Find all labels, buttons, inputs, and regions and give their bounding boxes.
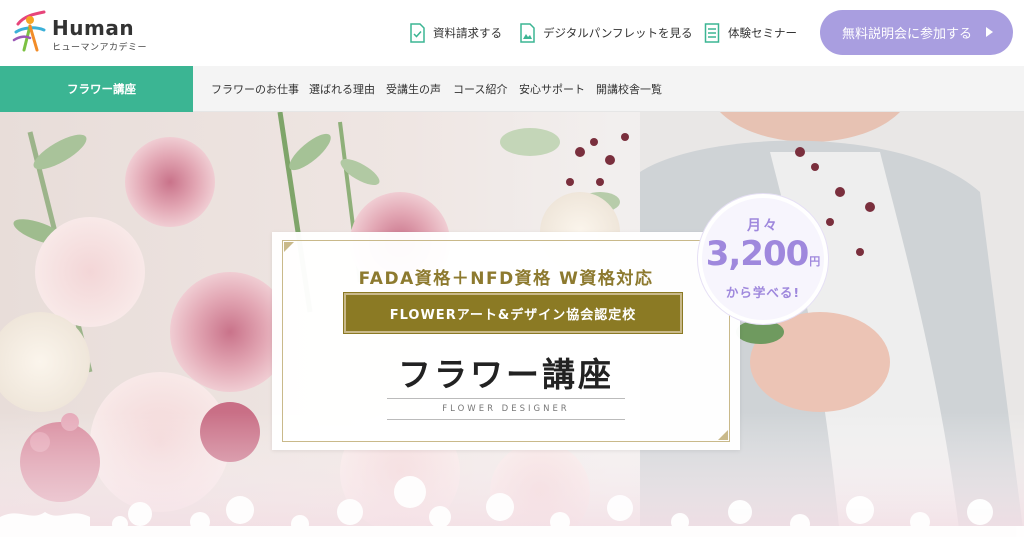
request-brochure-link[interactable]: 資料請求する <box>409 22 502 44</box>
nav-item-courses[interactable]: コース紹介 <box>453 66 507 112</box>
pamphlet-icon <box>520 23 535 43</box>
list-icon <box>704 23 720 43</box>
nav-item-student-voices[interactable]: 受講生の声 <box>386 66 441 112</box>
hero-banner: FADA資格＋NFD資格 W資格対応 FLOWERアート&デザイン協会認定校 フ… <box>0 112 1024 537</box>
trial-seminar-link[interactable]: 体験セミナー <box>704 22 797 44</box>
badge-price-unit: 円 <box>809 255 821 268</box>
human-logo[interactable]: Human ヒューマンアカデミー <box>10 10 147 56</box>
badge-monthly-label: 月々 <box>747 218 779 234</box>
arrow-right-icon <box>986 27 993 37</box>
digital-pamphlet-link[interactable]: デジタルパンフレットを見る <box>519 22 693 44</box>
accreditation-band: FLOWERアート&デザイン協会認定校 <box>343 292 683 334</box>
corner-ornament-icon <box>718 430 728 440</box>
nav-item-reasons[interactable]: 選ばれる理由 <box>309 66 375 112</box>
course-nav: フラワー講座 フラワーのお仕事 選ばれる理由 受講生の声 コース紹介 安心サポー… <box>0 66 1024 112</box>
logo-figure-icon <box>12 10 46 52</box>
nav-item-flower-jobs[interactable]: フラワーのお仕事 <box>211 66 299 112</box>
document-icon <box>410 23 425 43</box>
request-brochure-label: 資料請求する <box>433 26 502 40</box>
nav-item-flower-course[interactable]: フラワー講座 <box>0 66 193 112</box>
corner-ornament-icon <box>284 242 294 252</box>
price-badge: 月々 3,200円 から学べる! <box>698 194 828 324</box>
free-info-session-label: 無料説明会に参加する <box>842 27 973 42</box>
logo-subtitle: ヒューマンアカデミー <box>52 43 148 53</box>
badge-learn-from-label: から学べる! <box>725 285 801 300</box>
site-header: Human ヒューマンアカデミー 資料請求する デジタルパンフレットを見る 体験… <box>0 0 1024 66</box>
digital-pamphlet-label: デジタルパンフレットを見る <box>543 26 693 40</box>
course-english-title: FLOWER DESIGNER <box>387 398 625 420</box>
trial-seminar-label: 体験セミナー <box>728 26 797 40</box>
logo-name: Human <box>52 16 135 40</box>
free-info-session-button[interactable]: 無料説明会に参加する <box>820 10 1013 55</box>
course-title: フラワー講座 <box>398 355 614 394</box>
nav-item-support[interactable]: 安心サポート <box>519 66 585 112</box>
qualification-subtitle: FADA資格＋NFD資格 W資格対応 <box>358 269 654 289</box>
badge-price-number: 3,200 <box>705 234 810 274</box>
badge-price: 3,200円 <box>702 234 824 274</box>
nav-item-campuses[interactable]: 開講校舎一覧 <box>596 66 662 112</box>
course-title-card: FADA資格＋NFD資格 W資格対応 FLOWERアート&デザイン協会認定校 フ… <box>272 232 740 450</box>
